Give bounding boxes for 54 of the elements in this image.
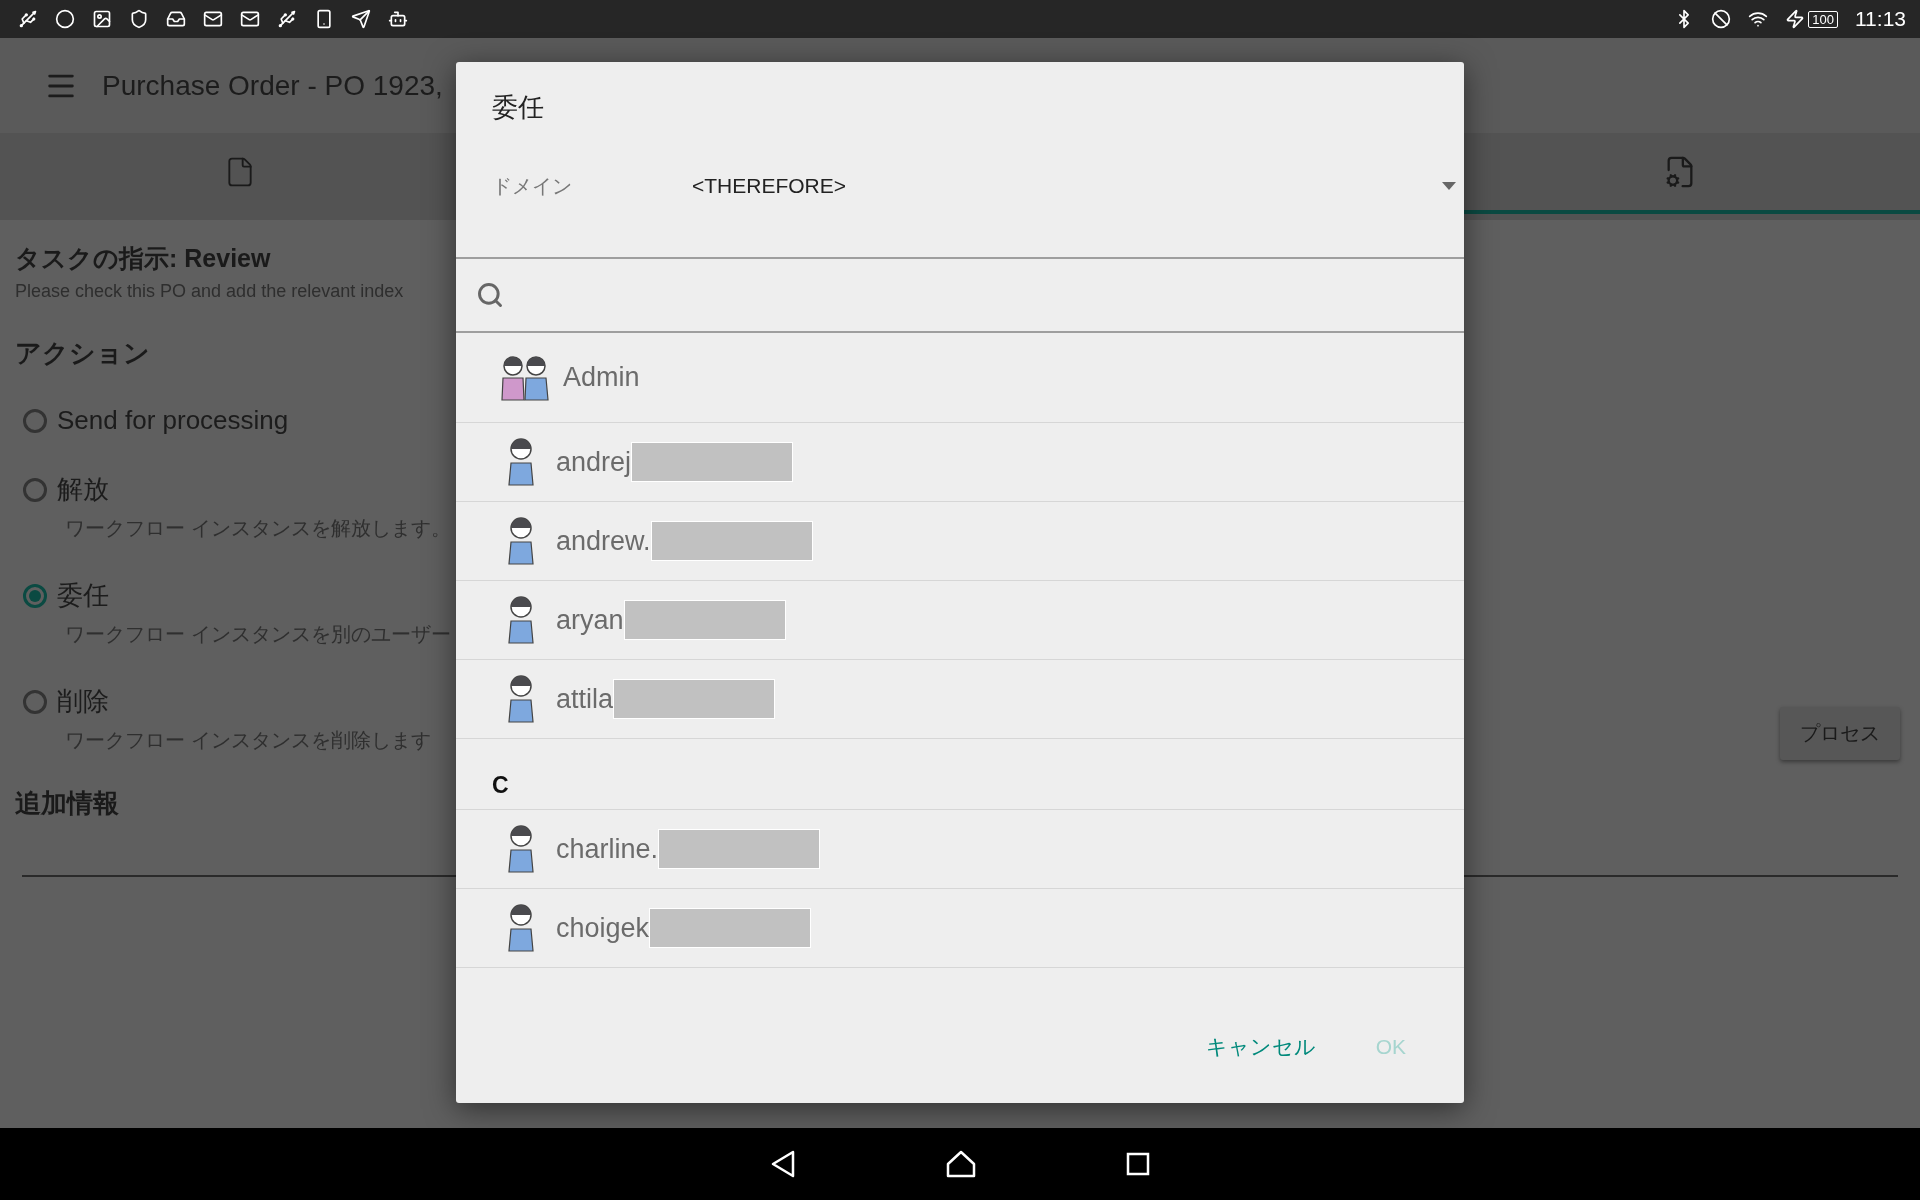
radio-button[interactable] bbox=[23, 689, 47, 714]
radio-button[interactable] bbox=[23, 408, 47, 433]
usb-icon bbox=[18, 9, 38, 29]
user-name[interactable]: andrej bbox=[556, 446, 632, 478]
user-name[interactable]: aryan bbox=[556, 604, 624, 636]
user-icon bbox=[508, 825, 534, 873]
process-button[interactable]: プロセス bbox=[1780, 707, 1900, 760]
user-name[interactable]: attila bbox=[556, 683, 614, 715]
charging-icon bbox=[1785, 9, 1806, 29]
user-name[interactable]: choigek bbox=[556, 912, 650, 944]
mail-icon bbox=[240, 9, 260, 29]
user-icon bbox=[508, 438, 534, 486]
user-icon bbox=[508, 675, 534, 723]
section-heading: アクション bbox=[15, 337, 150, 370]
user-icon bbox=[508, 596, 534, 644]
recents-icon[interactable] bbox=[1126, 1152, 1150, 1176]
do-not-disturb-icon bbox=[1711, 9, 1732, 29]
back-icon[interactable] bbox=[770, 1150, 796, 1178]
send-icon bbox=[351, 9, 371, 29]
radio-label: 解放 bbox=[57, 473, 109, 506]
image-icon bbox=[92, 9, 112, 29]
inbox-icon bbox=[166, 9, 186, 29]
radio-label: 削除 bbox=[57, 685, 109, 718]
radio-button[interactable] bbox=[23, 583, 47, 608]
search-field[interactable] bbox=[456, 257, 1464, 333]
user-name[interactable]: charline. bbox=[556, 833, 659, 865]
clock: 11:13 bbox=[1855, 7, 1906, 31]
task-heading: タスクの指示: Review bbox=[15, 243, 271, 274]
wifi-icon bbox=[1748, 9, 1769, 29]
domain-dropdown[interactable]: <THEREFORE> bbox=[692, 174, 847, 198]
dialog-button[interactable]: キャンセル bbox=[1201, 1029, 1320, 1065]
section-letter: C bbox=[492, 772, 509, 799]
circle-icon bbox=[55, 9, 75, 29]
radio-label: Send for processing bbox=[57, 405, 289, 436]
dialog-title: 委任 bbox=[491, 91, 545, 124]
phone-icon bbox=[314, 9, 334, 29]
battery-level: 100 bbox=[1808, 10, 1838, 28]
usb-icon bbox=[277, 9, 297, 29]
user-name[interactable]: Admin bbox=[563, 362, 640, 393]
home-icon[interactable] bbox=[946, 1150, 976, 1178]
mail-icon bbox=[203, 9, 223, 29]
shield-icon bbox=[129, 9, 149, 29]
section-heading: 追加情報 bbox=[15, 787, 119, 820]
field-label: ドメイン bbox=[492, 173, 573, 199]
user-icon bbox=[508, 904, 534, 952]
robot-icon bbox=[388, 9, 408, 29]
user-icon bbox=[508, 517, 534, 565]
search-icon bbox=[476, 281, 504, 309]
user-group-icon bbox=[501, 353, 549, 402]
radio-button[interactable] bbox=[23, 477, 47, 502]
radio-label: 委任 bbox=[57, 579, 109, 612]
caret-icon[interactable] bbox=[1442, 182, 1456, 190]
user-name[interactable]: andrew. bbox=[556, 525, 651, 557]
app-title: Purchase Order - PO 1923, bbox=[102, 69, 443, 102]
